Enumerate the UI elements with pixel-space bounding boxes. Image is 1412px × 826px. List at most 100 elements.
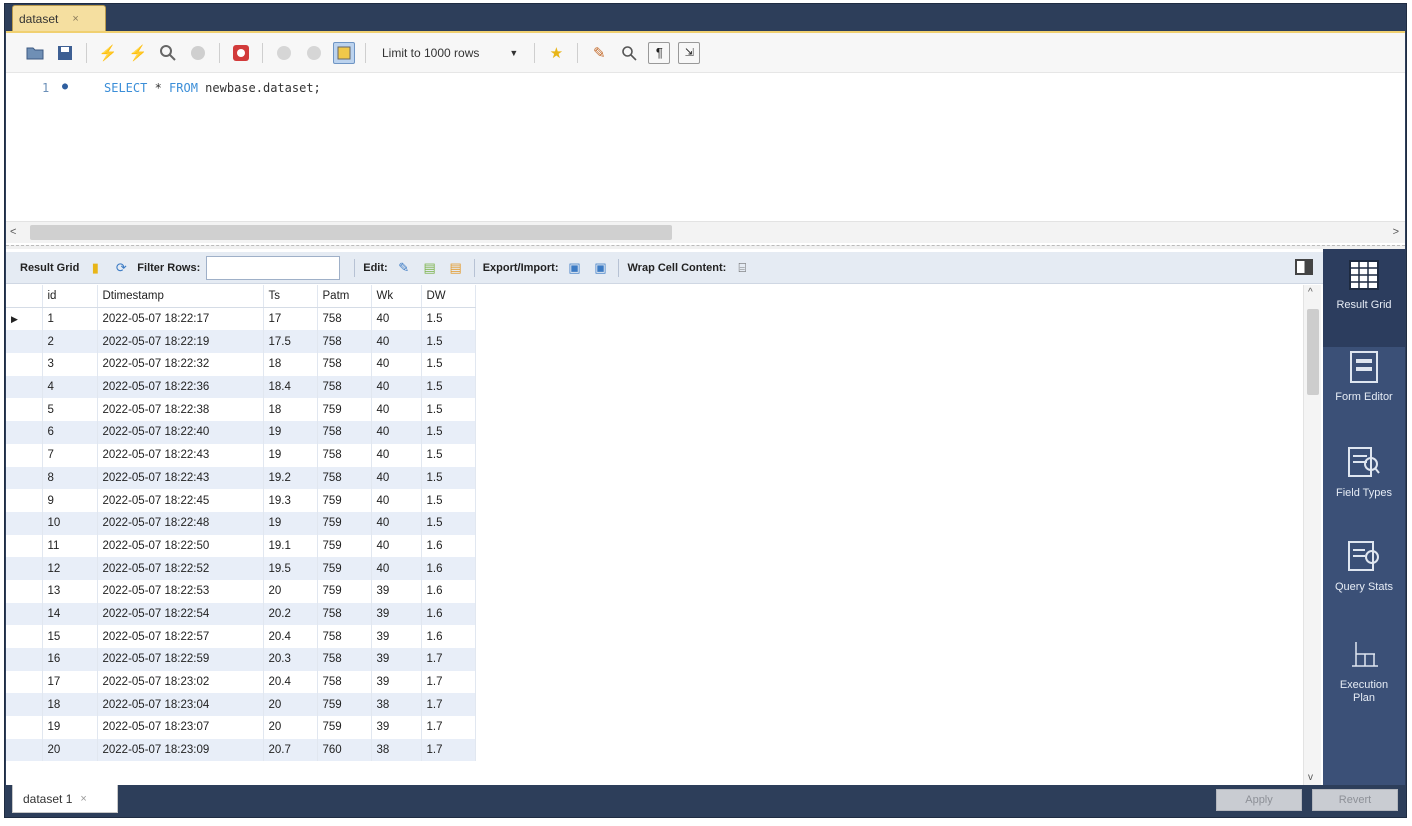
cell-patm[interactable]: 759 — [317, 693, 372, 717]
table-row[interactable]: 2 2022-05-07 18:22:19 17.5 758 40 1.5 — [6, 330, 476, 354]
table-row[interactable]: 7 2022-05-07 18:22:43 19 758 40 1.5 — [6, 443, 476, 467]
row-header[interactable] — [6, 648, 43, 671]
column-header-dtimestamp[interactable]: Dtimestamp — [97, 285, 264, 309]
rollback-icon[interactable] — [303, 42, 325, 64]
cell-wk[interactable]: 39 — [371, 716, 422, 739]
add-row-icon[interactable]: ▤ — [420, 258, 440, 278]
cell-patm[interactable]: 760 — [317, 738, 372, 762]
cell-ts[interactable]: 20 — [263, 693, 318, 717]
cell-id[interactable]: 1 — [42, 307, 98, 331]
cell-dw[interactable]: 1.5 — [421, 489, 476, 512]
row-header[interactable] — [6, 670, 43, 694]
cell-dtimestamp[interactable]: 2022-05-07 18:23:04 — [97, 693, 264, 717]
cell-patm[interactable]: 758 — [317, 443, 372, 467]
wrap-cell-icon[interactable]: ⌸ — [732, 258, 752, 278]
export-icon[interactable]: ▣ — [564, 258, 584, 278]
row-header[interactable] — [6, 579, 43, 603]
cell-id[interactable]: 15 — [42, 625, 98, 648]
cell-dtimestamp[interactable]: 2022-05-07 18:22:54 — [97, 602, 264, 626]
cell-ts[interactable]: 19 — [263, 443, 318, 467]
refresh-icon[interactable]: ⟳ — [111, 258, 131, 278]
table-row[interactable]: 20 2022-05-07 18:23:09 20.7 760 38 1.7 — [6, 738, 476, 762]
cell-ts[interactable]: 19.2 — [263, 466, 318, 490]
row-header[interactable] — [6, 557, 43, 580]
cell-id[interactable]: 7 — [42, 443, 98, 467]
row-header[interactable] — [6, 693, 43, 717]
row-header[interactable] — [6, 443, 43, 467]
cell-patm[interactable]: 758 — [317, 670, 372, 694]
side-btn-field-types[interactable]: Field Types — [1323, 445, 1405, 533]
row-header[interactable] — [6, 625, 43, 648]
side-btn-result-grid[interactable]: Result Grid — [1323, 249, 1405, 347]
favorite-icon[interactable]: ★ — [545, 42, 567, 64]
column-header-dw[interactable]: DW — [421, 285, 476, 309]
cell-wk[interactable]: 39 — [371, 602, 422, 626]
cell-dtimestamp[interactable]: 2022-05-07 18:22:45 — [97, 489, 264, 512]
cell-dtimestamp[interactable]: 2022-05-07 18:22:59 — [97, 648, 264, 671]
table-row[interactable]: ▶ 1 2022-05-07 18:22:17 17 758 40 1.5 — [6, 307, 476, 331]
cell-patm[interactable]: 758 — [317, 648, 372, 671]
cell-patm[interactable]: 758 — [317, 625, 372, 648]
cell-dtimestamp[interactable]: 2022-05-07 18:22:52 — [97, 557, 264, 580]
cell-dtimestamp[interactable]: 2022-05-07 18:22:48 — [97, 511, 264, 535]
cell-wk[interactable]: 40 — [371, 557, 422, 580]
row-header[interactable] — [6, 398, 43, 422]
cell-wk[interactable]: 40 — [371, 330, 422, 354]
cell-patm[interactable]: 758 — [317, 353, 372, 376]
table-row[interactable]: 9 2022-05-07 18:22:45 19.3 759 40 1.5 — [6, 489, 476, 512]
cell-patm[interactable]: 759 — [317, 398, 372, 422]
execute-current-icon[interactable]: ⚡ — [127, 42, 149, 64]
cell-dw[interactable]: 1.7 — [421, 716, 476, 739]
scroll-down-icon[interactable]: v — [1308, 772, 1313, 783]
table-row[interactable]: 17 2022-05-07 18:23:02 20.4 758 39 1.7 — [6, 670, 476, 694]
table-row[interactable]: 10 2022-05-07 18:22:48 19 759 40 1.5 — [6, 511, 476, 535]
cell-dw[interactable]: 1.5 — [421, 398, 476, 422]
cell-wk[interactable]: 40 — [371, 443, 422, 467]
cell-ts[interactable]: 19 — [263, 421, 318, 444]
table-row[interactable]: 18 2022-05-07 18:23:04 20 759 38 1.7 — [6, 693, 476, 717]
row-header[interactable] — [6, 716, 43, 739]
scroll-thumb[interactable] — [30, 225, 672, 240]
cell-ts[interactable]: 19 — [263, 511, 318, 535]
cell-patm[interactable]: 758 — [317, 421, 372, 444]
cell-wk[interactable]: 40 — [371, 534, 422, 558]
cell-dw[interactable]: 1.5 — [421, 511, 476, 535]
cell-dw[interactable]: 1.5 — [421, 466, 476, 490]
cell-wk[interactable]: 40 — [371, 489, 422, 512]
cell-ts[interactable]: 19.1 — [263, 534, 318, 558]
cell-id[interactable]: 10 — [42, 511, 98, 535]
cell-patm[interactable]: 758 — [317, 466, 372, 490]
column-header-wk[interactable]: Wk — [371, 285, 422, 309]
cell-dw[interactable]: 1.5 — [421, 443, 476, 467]
table-row[interactable]: 6 2022-05-07 18:22:40 19 758 40 1.5 — [6, 421, 476, 444]
horizontal-scrollbar[interactable]: < > — [6, 221, 1405, 243]
table-row[interactable]: 16 2022-05-07 18:22:59 20.3 758 39 1.7 — [6, 648, 476, 671]
cell-id[interactable]: 12 — [42, 557, 98, 580]
table-row[interactable]: 15 2022-05-07 18:22:57 20.4 758 39 1.6 — [6, 625, 476, 648]
cell-dw[interactable]: 1.6 — [421, 579, 476, 603]
cell-dtimestamp[interactable]: 2022-05-07 18:22:40 — [97, 421, 264, 444]
cell-dtimestamp[interactable]: 2022-05-07 18:23:07 — [97, 716, 264, 739]
cell-wk[interactable]: 40 — [371, 307, 422, 331]
cell-patm[interactable]: 758 — [317, 307, 372, 331]
cell-id[interactable]: 16 — [42, 648, 98, 671]
cell-ts[interactable]: 18.4 — [263, 375, 318, 399]
table-row[interactable]: 19 2022-05-07 18:23:07 20 759 39 1.7 — [6, 716, 476, 739]
revert-button[interactable]: Revert — [1312, 789, 1398, 811]
cell-ts[interactable]: 19.5 — [263, 557, 318, 580]
cell-ts[interactable]: 20.3 — [263, 648, 318, 671]
current-row-indicator-icon[interactable]: ▶ — [6, 307, 43, 331]
cell-dw[interactable]: 1.6 — [421, 625, 476, 648]
cell-wk[interactable]: 40 — [371, 466, 422, 490]
cell-dtimestamp[interactable]: 2022-05-07 18:22:19 — [97, 330, 264, 354]
cell-ts[interactable]: 18 — [263, 398, 318, 422]
commit-icon[interactable] — [273, 42, 295, 64]
side-btn-form-editor[interactable]: Form Editor — [1323, 349, 1405, 437]
cell-dtimestamp[interactable]: 2022-05-07 18:23:02 — [97, 670, 264, 694]
save-icon[interactable] — [54, 42, 76, 64]
cell-dtimestamp[interactable]: 2022-05-07 18:22:50 — [97, 534, 264, 558]
cell-ts[interactable]: 20.4 — [263, 670, 318, 694]
cell-dtimestamp[interactable]: 2022-05-07 18:22:53 — [97, 579, 264, 603]
cell-dw[interactable]: 1.7 — [421, 648, 476, 671]
wrap-icon[interactable]: ⇲ — [678, 41, 701, 64]
